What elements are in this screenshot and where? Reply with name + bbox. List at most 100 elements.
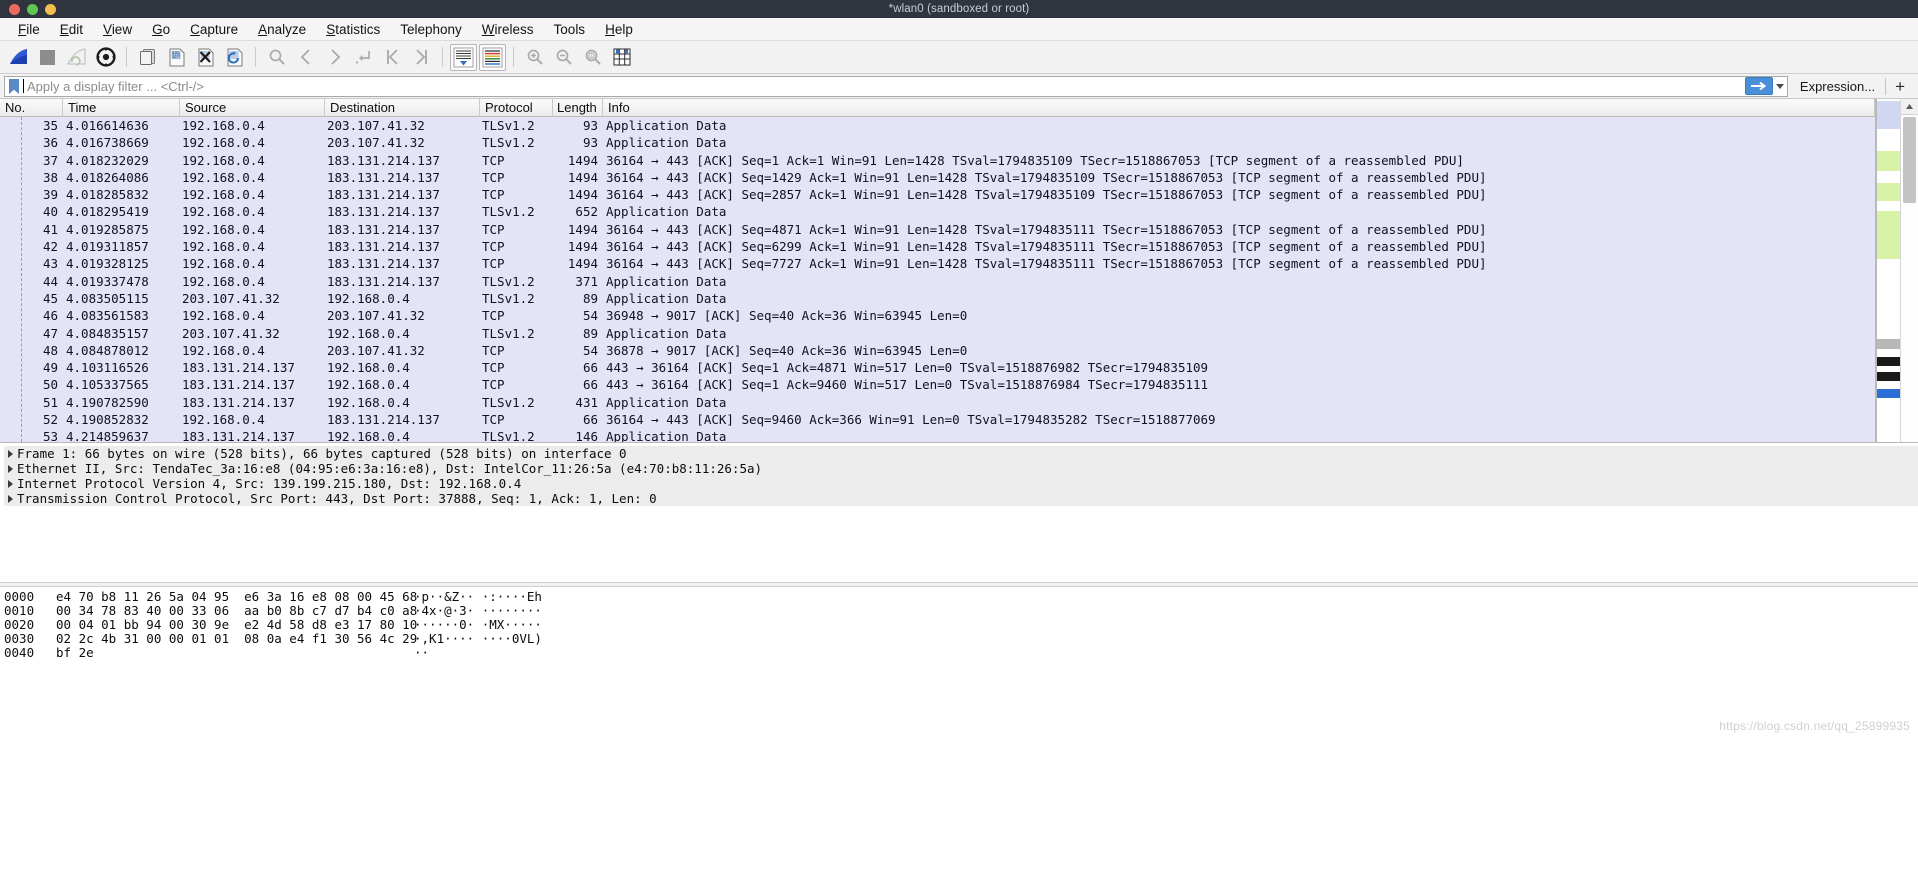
hex-line[interactable]: 002000 04 01 bb 94 00 30 9e e2 4d 58 d8 … [4, 618, 1918, 632]
cell-info: Application Data [603, 134, 1875, 151]
zoom-out-icon[interactable] [550, 44, 577, 71]
table-row[interactable]: 524.190852832192.168.0.4183.131.214.137T… [0, 411, 1875, 428]
table-row[interactable]: 394.018285832192.168.0.4183.131.214.137T… [0, 186, 1875, 203]
expand-triangle-icon[interactable] [4, 491, 17, 506]
menu-analyze-label: nalyze [267, 22, 306, 37]
menu-statistics[interactable]: Statistics [316, 20, 390, 39]
close-file-icon[interactable] [192, 44, 219, 71]
packet-map-segment [1877, 389, 1900, 398]
expand-triangle-icon[interactable] [4, 461, 17, 476]
cell-source: 192.168.0.4 [180, 134, 325, 151]
zoom-reset-icon[interactable]: 1 [579, 44, 606, 71]
detail-row-frame[interactable]: Frame 1: 66 bytes on wire (528 bits), 66… [4, 446, 1918, 461]
menu-tools[interactable]: Tools [544, 20, 596, 39]
hex-line[interactable]: 003002 2c 4b 31 00 00 01 01 08 0a e4 f1 … [4, 632, 1918, 646]
filter-expression-button[interactable]: Expression... [1788, 79, 1885, 94]
add-filter-button[interactable]: + [1886, 78, 1914, 95]
scrollbar-track[interactable] [1901, 99, 1918, 442]
cell-source: 183.131.214.137 [180, 394, 325, 411]
column-header-length[interactable]: Length [553, 99, 603, 117]
find-packet-icon[interactable] [263, 44, 290, 71]
open-file-icon[interactable] [134, 44, 161, 71]
display-filter-input[interactable]: Apply a display filter ... <Ctrl-/> [4, 76, 1788, 97]
cell-time: 4.018264086 [63, 169, 180, 186]
menu-help[interactable]: Help [595, 20, 643, 39]
cell-length: 652 [553, 203, 603, 220]
cell-source: 203.107.41.32 [180, 325, 325, 342]
menu-file[interactable]: File [8, 20, 50, 39]
menu-go[interactable]: Go [142, 20, 180, 39]
menu-capture[interactable]: Capture [180, 20, 248, 39]
intelligent-scrollbar[interactable] [1876, 99, 1918, 442]
cell-no: 35 [0, 117, 63, 134]
expand-triangle-icon[interactable] [4, 446, 17, 461]
expand-triangle-icon[interactable] [4, 476, 17, 491]
table-row[interactable]: 494.103116526183.131.214.137192.168.0.4T… [0, 359, 1875, 376]
column-header-protocol[interactable]: Protocol [480, 99, 553, 117]
menu-view[interactable]: View [93, 20, 142, 39]
save-file-icon[interactable]: 010101100011 [163, 44, 190, 71]
go-last-packet-icon[interactable] [408, 44, 435, 71]
cell-no: 42 [0, 238, 63, 255]
menu-analyze[interactable]: Analyze [248, 20, 316, 39]
cell-source: 192.168.0.4 [180, 186, 325, 203]
table-row[interactable]: 454.083505115203.107.41.32192.168.0.4TLS… [0, 290, 1875, 307]
table-row[interactable]: 504.105337565183.131.214.137192.168.0.4T… [0, 376, 1875, 393]
table-row[interactable]: 434.019328125192.168.0.4183.131.214.137T… [0, 255, 1875, 272]
scroll-up-arrow-icon[interactable] [1901, 99, 1918, 115]
cell-info: Application Data [603, 394, 1875, 411]
hex-line[interactable]: 001000 34 78 83 40 00 33 06 aa b0 8b c7 … [4, 604, 1918, 618]
table-row[interactable]: 464.083561583192.168.0.4203.107.41.32TCP… [0, 307, 1875, 324]
table-row[interactable]: 354.016614636192.168.0.4203.107.41.32TLS… [0, 117, 1875, 134]
detail-row-tcp[interactable]: Transmission Control Protocol, Src Port:… [4, 491, 1918, 506]
packet-list[interactable]: No. Time Source Destination Protocol Len… [0, 99, 1876, 442]
column-header-time[interactable]: Time [63, 99, 180, 117]
go-first-packet-icon[interactable] [379, 44, 406, 71]
table-row[interactable]: 374.018232029192.168.0.4183.131.214.137T… [0, 152, 1875, 169]
hex-line[interactable]: 0000e4 70 b8 11 26 5a 04 95 e6 3a 16 e8 … [4, 590, 1918, 604]
packet-rows[interactable]: 354.016614636192.168.0.4203.107.41.32TLS… [0, 117, 1875, 442]
bookmark-icon[interactable] [8, 79, 20, 94]
table-row[interactable]: 514.190782590183.131.214.137192.168.0.4T… [0, 394, 1875, 411]
table-row[interactable]: 404.018295419192.168.0.4183.131.214.137T… [0, 203, 1875, 220]
scrollbar-thumb[interactable] [1903, 117, 1916, 203]
packet-bytes-pane[interactable]: 0000e4 70 b8 11 26 5a 04 95 e6 3a 16 e8 … [0, 587, 1918, 737]
table-row[interactable]: 414.019285875192.168.0.4183.131.214.137T… [0, 221, 1875, 238]
detail-row-ethernet[interactable]: Ethernet II, Src: TendaTec_3a:16:e8 (04:… [4, 461, 1918, 476]
apply-filter-arrow-icon[interactable] [1745, 77, 1773, 95]
cell-length: 54 [553, 342, 603, 359]
table-row[interactable]: 534.214859637183.131.214.137192.168.0.4T… [0, 428, 1875, 442]
hex-line[interactable]: 0040bf 2e·· [4, 646, 1918, 660]
autoscroll-icon[interactable] [450, 44, 477, 71]
resize-columns-icon[interactable] [608, 44, 635, 71]
restart-capture-icon[interactable] [63, 44, 90, 71]
table-row[interactable]: 364.016738669192.168.0.4203.107.41.32TLS… [0, 134, 1875, 151]
column-header-no[interactable]: No. [0, 99, 63, 117]
menu-wireless[interactable]: Wireless [472, 20, 544, 39]
detail-row-ipv4[interactable]: Internet Protocol Version 4, Src: 139.19… [4, 476, 1918, 491]
go-back-icon[interactable] [292, 44, 319, 71]
column-header-info[interactable]: Info [603, 99, 1875, 117]
hex-offset: 0020 [4, 618, 56, 632]
table-row[interactable]: 484.084878012192.168.0.4203.107.41.32TCP… [0, 342, 1875, 359]
capture-options-icon[interactable] [92, 44, 119, 71]
table-row[interactable]: 424.019311857192.168.0.4183.131.214.137T… [0, 238, 1875, 255]
table-row[interactable]: 444.019337478192.168.0.4183.131.214.137T… [0, 273, 1875, 290]
start-capture-icon[interactable] [5, 44, 32, 71]
column-header-source[interactable]: Source [180, 99, 325, 117]
stop-capture-icon[interactable] [34, 44, 61, 71]
table-row[interactable]: 474.084835157203.107.41.32192.168.0.4TLS… [0, 325, 1875, 342]
go-forward-icon[interactable] [321, 44, 348, 71]
go-to-packet-icon[interactable] [350, 44, 377, 71]
column-header-destination[interactable]: Destination [325, 99, 480, 117]
menu-edit[interactable]: Edit [50, 20, 93, 39]
cell-protocol: TLSv1.2 [480, 203, 553, 220]
zoom-in-icon[interactable] [521, 44, 548, 71]
reload-file-icon[interactable] [221, 44, 248, 71]
detail-tcp-text: Transmission Control Protocol, Src Port:… [17, 491, 657, 506]
packet-details-pane[interactable]: Frame 1: 66 bytes on wire (528 bits), 66… [0, 442, 1918, 582]
menu-telephony[interactable]: Telephony [390, 20, 472, 39]
colorize-icon[interactable] [479, 44, 506, 71]
table-row[interactable]: 384.018264086192.168.0.4183.131.214.137T… [0, 169, 1875, 186]
filter-dropdown-button[interactable] [1774, 77, 1786, 95]
